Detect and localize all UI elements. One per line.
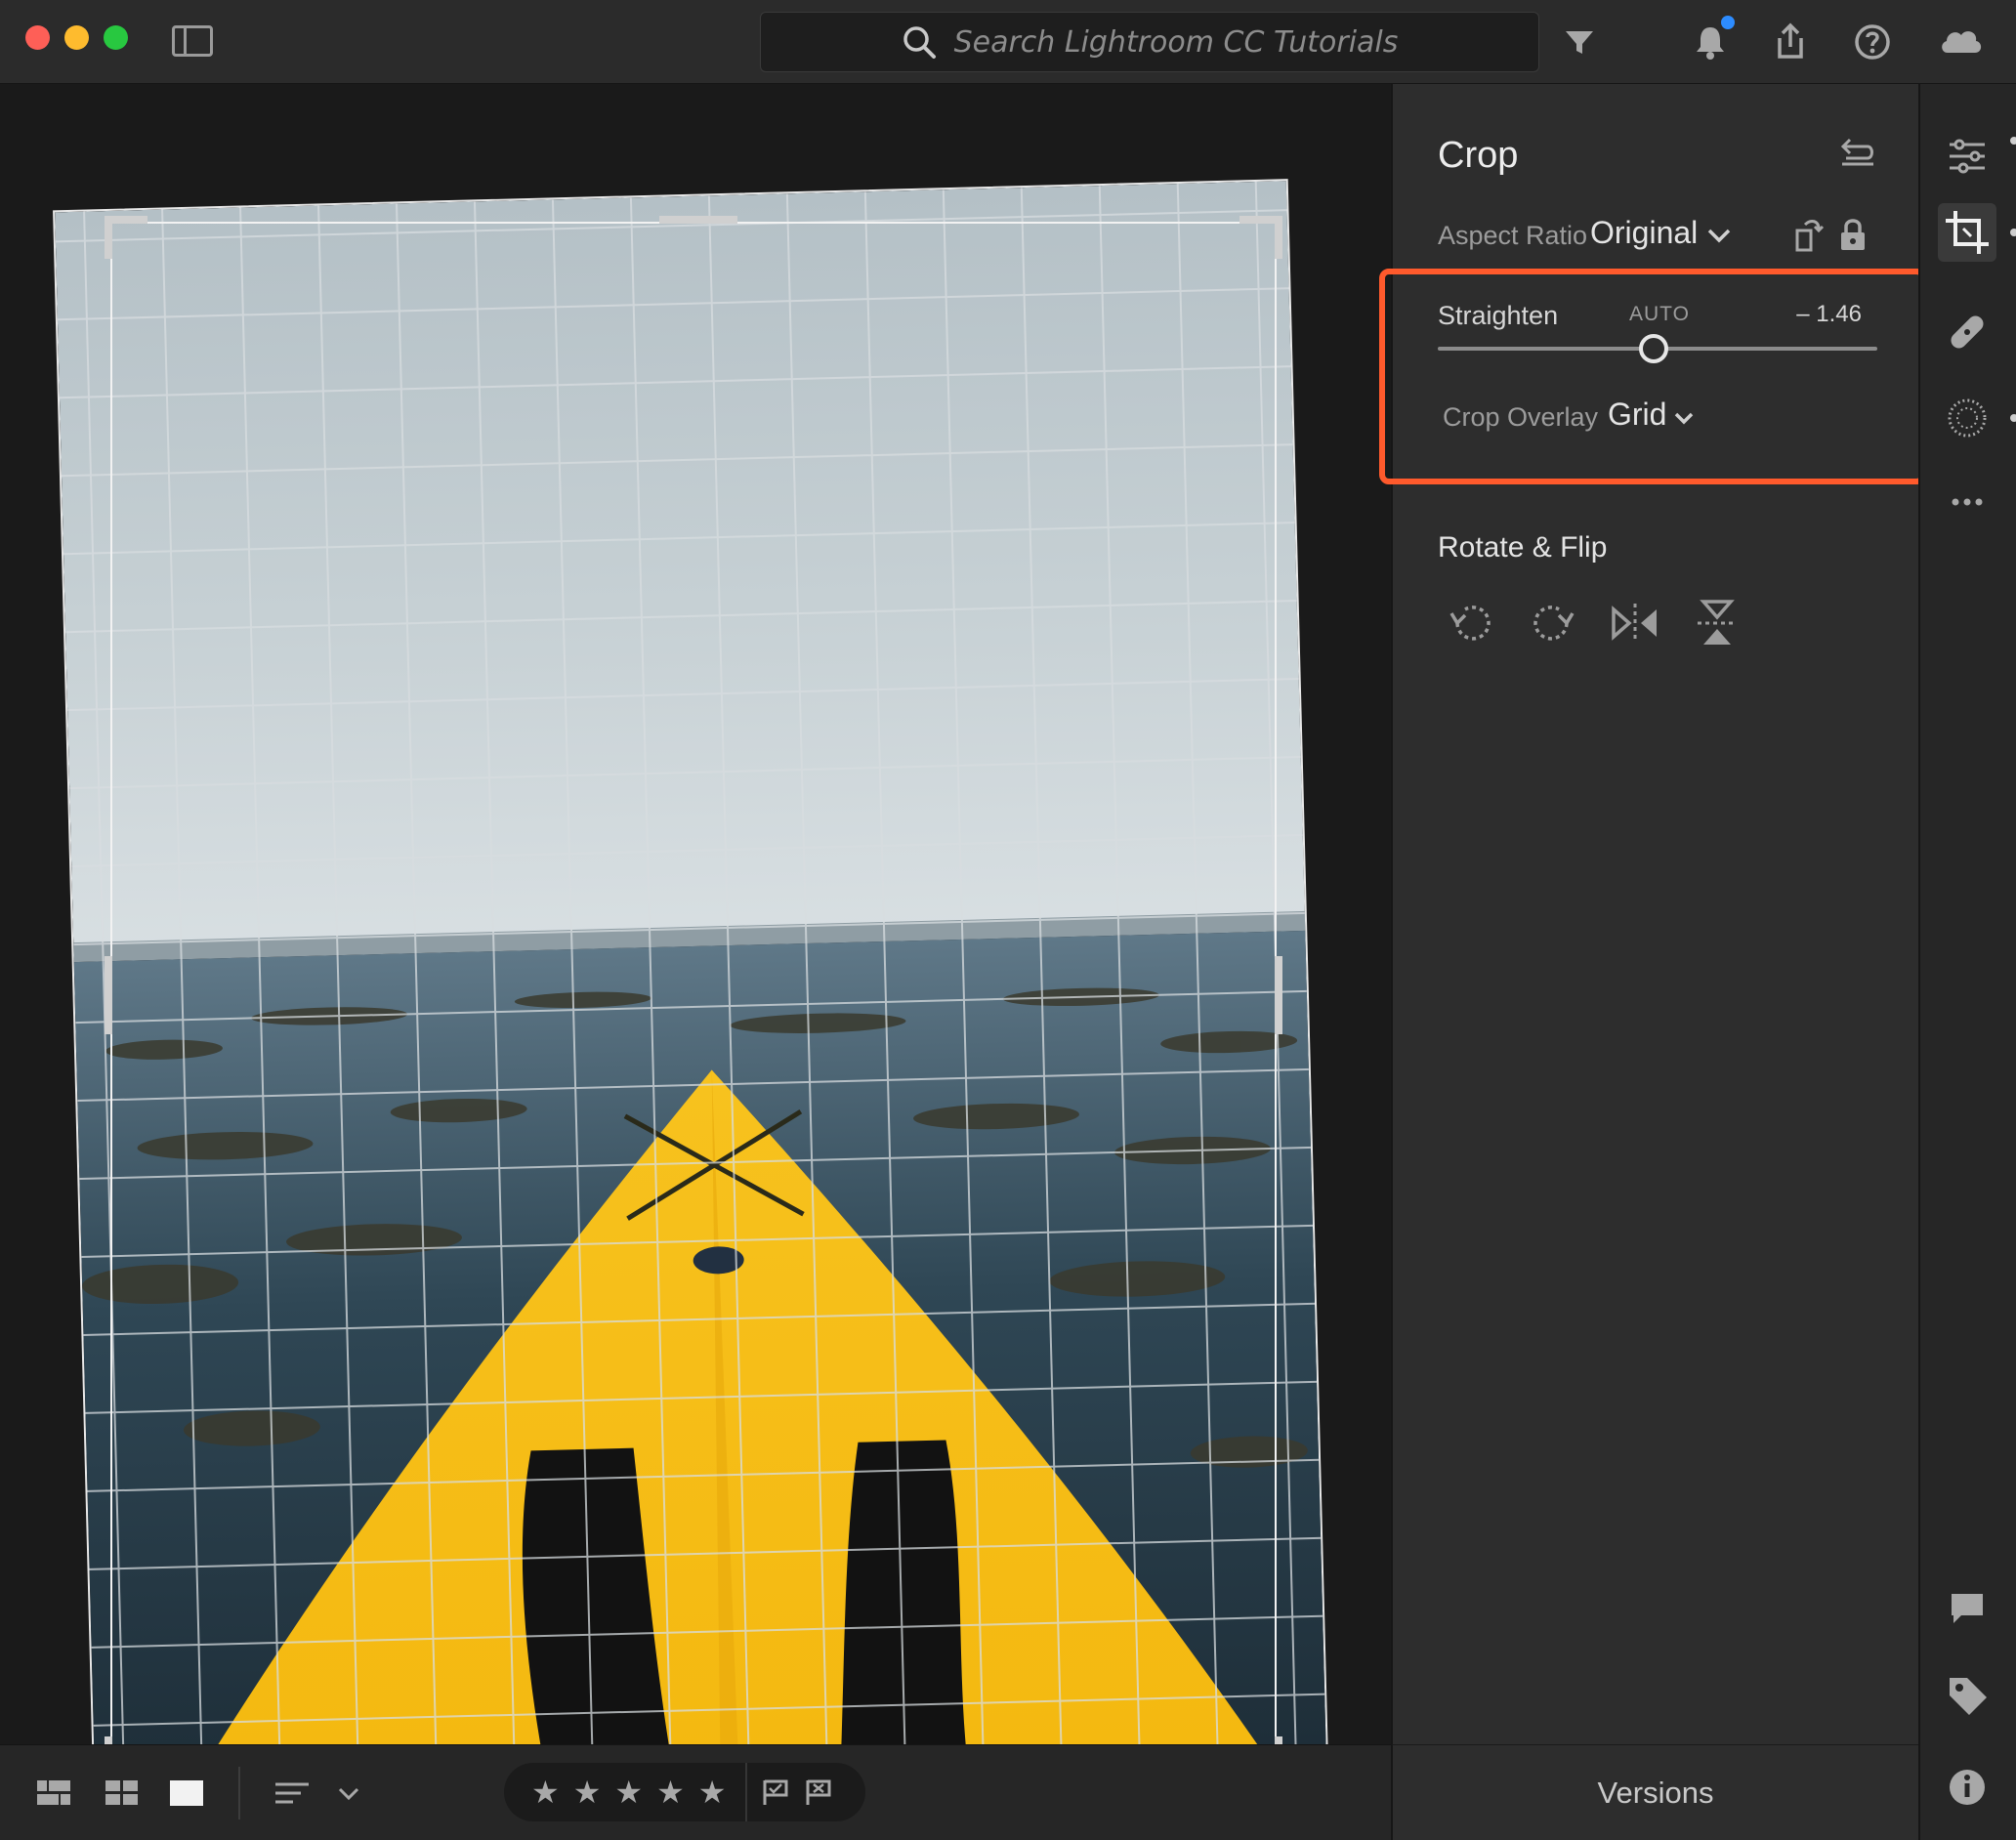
crop-frame[interactable] — [105, 216, 1282, 1744]
detail-view-icon[interactable] — [168, 1777, 205, 1810]
crop-handle-left[interactable] — [105, 956, 112, 1034]
healing-icon[interactable] — [1938, 303, 1996, 361]
divider — [238, 1767, 240, 1819]
crop-panel: Crop Aspect Ratio Original Straighten AU… — [1379, 84, 1926, 1744]
straighten-label: Straighten — [1438, 301, 1559, 330]
versions-button[interactable]: Versions — [1391, 1744, 1918, 1840]
search-placeholder: Search Lightroom CC Tutorials — [953, 24, 1399, 60]
search-icon — [903, 26, 936, 59]
edit-sliders-icon[interactable] — [1938, 127, 1996, 186]
crop-handle-top[interactable] — [659, 216, 737, 224]
chevron-down-icon[interactable] — [1705, 225, 1733, 246]
sort-icon[interactable] — [273, 1777, 311, 1810]
chevron-down-icon[interactable] — [336, 1777, 361, 1810]
chevron-down-icon[interactable] — [1672, 408, 1696, 428]
zoom-window-button[interactable] — [104, 25, 128, 50]
star-rating-3[interactable]: ★ — [614, 1777, 643, 1808]
sidebar-icon[interactable] — [172, 25, 213, 57]
rotate-flip-title: Rotate & Flip — [1438, 531, 1608, 564]
straighten-auto-button[interactable]: AUTO — [1629, 303, 1690, 326]
close-window-button[interactable] — [25, 25, 50, 50]
square-grid-view-icon[interactable] — [35, 1777, 72, 1810]
star-rating-1[interactable]: ★ — [531, 1777, 560, 1808]
rotate-right-icon[interactable] — [1526, 596, 1580, 650]
grid-view-icon[interactable] — [104, 1777, 141, 1810]
masking-icon[interactable] — [1938, 389, 1996, 447]
aspect-ratio-label: Aspect Ratio — [1438, 221, 1588, 250]
tag-icon[interactable] — [1938, 1666, 1996, 1725]
minimize-window-button[interactable] — [64, 25, 89, 50]
divider — [745, 1763, 748, 1821]
aspect-ratio-dropdown[interactable]: Original — [1590, 215, 1698, 251]
crop-overlay-label: Crop Overlay — [1443, 402, 1599, 432]
photo-canvas[interactable] — [0, 84, 1391, 1744]
info-icon[interactable] — [1938, 1758, 1996, 1817]
star-rating-4[interactable]: ★ — [656, 1777, 685, 1808]
title-bar: Search Lightroom CC Tutorials — [0, 0, 2016, 84]
rating-flag-bar: ★ ★ ★ ★ ★ — [504, 1763, 865, 1821]
share-icon[interactable] — [1768, 20, 1813, 64]
search-input[interactable]: Search Lightroom CC Tutorials — [760, 12, 1539, 72]
crop-handle-top-right-v[interactable] — [1275, 216, 1282, 259]
more-icon[interactable] — [1938, 473, 1996, 531]
filter-icon[interactable] — [1557, 20, 1602, 64]
star-rating-2[interactable]: ★ — [573, 1777, 602, 1808]
notification-badge — [1721, 16, 1735, 29]
star-rating-5[interactable]: ★ — [698, 1777, 727, 1808]
straighten-value[interactable]: – 1.46 — [1744, 301, 1862, 328]
flip-horizontal-icon[interactable] — [1608, 596, 1662, 650]
crop-handle-top-left-v[interactable] — [105, 216, 112, 259]
flip-vertical-icon[interactable] — [1690, 596, 1744, 650]
crop-handle-bottom-right-v[interactable] — [1275, 1736, 1282, 1744]
tool-indicator — [2010, 414, 2016, 422]
reset-icon[interactable] — [1834, 131, 1879, 170]
flag-reject-icon[interactable] — [804, 1777, 833, 1807]
crop-overlay-dropdown[interactable]: Grid — [1608, 397, 1666, 433]
crop-handle-bottom-left-v[interactable] — [105, 1736, 112, 1744]
tool-indicator — [2010, 137, 2016, 145]
comment-icon[interactable] — [1938, 1578, 1996, 1637]
bottom-toolbar: ★ ★ ★ ★ ★ — [0, 1744, 1391, 1840]
panel-title: Crop — [1438, 135, 1519, 176]
flag-pick-icon[interactable] — [761, 1777, 790, 1807]
straighten-slider-thumb[interactable] — [1638, 334, 1668, 363]
help-icon[interactable] — [1850, 20, 1895, 64]
cloud-icon[interactable] — [1936, 20, 1987, 64]
lock-icon[interactable] — [1838, 215, 1868, 254]
crop-icon[interactable] — [1938, 203, 1996, 262]
rotate-left-icon[interactable] — [1444, 596, 1498, 650]
crop-handle-right[interactable] — [1275, 956, 1282, 1034]
tool-strip — [1918, 84, 2016, 1840]
tool-indicator — [2010, 229, 2016, 236]
rotate-aspect-icon[interactable] — [1793, 215, 1825, 254]
